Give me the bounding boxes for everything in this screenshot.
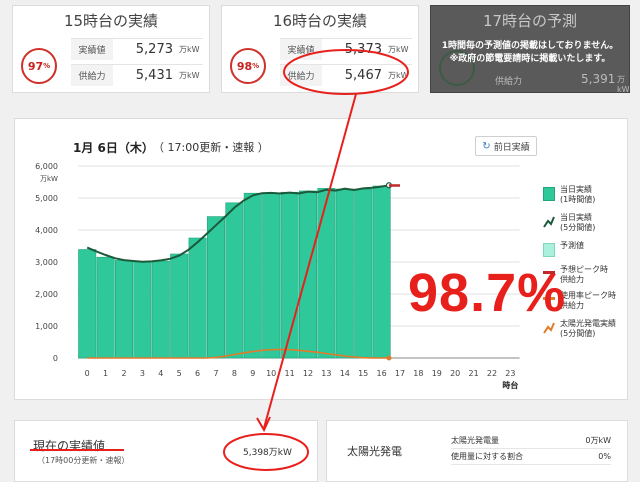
solar-ratio-value: 0% (598, 452, 611, 461)
legend-label: 当日実績 (1時間値) (560, 185, 596, 204)
solar-generation-value: 0万kW (585, 436, 611, 445)
forecast-notice-line1: 1時間毎の予測値の掲載はしておりません。 (441, 41, 619, 51)
current-value: 5,398万kW (243, 448, 292, 458)
solar-title: 太陽光発電 (347, 445, 402, 458)
current-value-updated: （17時00分更新・速報） (37, 456, 130, 465)
usage-percent-16h: 98 (236, 59, 253, 73)
unit-label: 万kW (388, 71, 409, 80)
percent-unit: % (252, 62, 260, 70)
solar-card: 太陽光発電 太陽光発電量 0万kW 使用量に対する割合 0% (326, 420, 628, 482)
card-16h: 16時台の実績 98% 実績値 5,373 万kW 供給力 5,467 万kW (221, 5, 419, 93)
supply-label: 供給力 (280, 65, 322, 86)
supply-value-17h: 5,391 (581, 72, 616, 86)
unit-label: 万kW (617, 75, 630, 94)
legend-label: 予測値 (560, 241, 584, 250)
usage-percent-badge-16h: 98% (230, 48, 266, 84)
card-15h-title: 15時台の実績 (63, 12, 159, 30)
card-15h: 15時台の実績 97% 実績値 5,273 万kW 供給力 5,431 万kW (12, 5, 210, 93)
supply-value-15h: 5,431 (135, 68, 173, 83)
legend-item-hourly[interactable]: 当日実績 (1時間値) (543, 185, 623, 207)
card-17h-forecast: 17時台の予測 1時間毎の予測値の掲載はしておりません。 ※政府の節電要請時に掲… (430, 5, 630, 94)
supply-label: 供給力 (495, 77, 523, 87)
demand-chart-card: 1月 6日（木） （ 17:00更新・速報 ） ↻ 前日実績 当日実績 (1時間… (14, 118, 628, 400)
usage-percent-15h: 97 (27, 59, 44, 73)
actual-row-16h: 実績値 5,373 万kW (280, 38, 412, 60)
current-value-card: 現在の実績値 （17時00分更新・速報） 5,398万kW (14, 420, 318, 482)
actual-label: 実績値 (280, 39, 322, 60)
previous-day-button[interactable]: ↻ 前日実績 (475, 136, 537, 156)
legend-label: 当日実績 (5分間値) (560, 213, 596, 232)
legend-item-forecast[interactable]: 予測値 (543, 241, 623, 263)
legend-item-5min[interactable]: 当日実績 (5分間値) (543, 213, 623, 235)
actual-value-16h: 5,373 (344, 42, 382, 57)
unit-label: 万kW (179, 71, 200, 80)
solar-generation-label: 太陽光発電量 (451, 436, 499, 445)
card-17h-title: 17時台の予測 (482, 12, 578, 30)
supply-label: 供給力 (71, 65, 113, 86)
refresh-icon: ↻ (482, 140, 491, 152)
solar-ratio-row: 使用量に対する割合 0% (451, 451, 611, 465)
chart-date: 1月 6日（木） (73, 141, 154, 155)
legend-swatch-line (543, 216, 555, 228)
unit-label: 万kW (179, 45, 200, 54)
actual-label: 実績値 (71, 39, 113, 60)
legend-label: 予想ピーク時 供給力 (560, 265, 608, 284)
forecast-notice: 1時間毎の予測値の掲載はしておりません。 ※政府の節電要請時に掲載いたします。 (431, 40, 629, 66)
chart-update-status: （ 17:00更新・速報 ） (153, 141, 269, 154)
supply-value-16h: 5,467 (344, 68, 382, 83)
legend-label: 使用率ピーク時 供給力 (560, 291, 616, 310)
unit-label: 万kW (388, 45, 409, 54)
current-value-title: 現在の実績値 (33, 439, 106, 453)
legend-label: 太陽光発電実績 (5分間値) (560, 319, 616, 338)
solar-generation-row: 太陽光発電量 0万kW (451, 435, 611, 449)
actual-row-15h: 実績値 5,273 万kW (71, 38, 203, 60)
supply-row-15h: 供給力 5,431 万kW (71, 64, 203, 86)
actual-value-15h: 5,273 (135, 42, 173, 57)
solar-ratio-label: 使用量に対する割合 (451, 452, 523, 461)
supply-row-16h: 供給力 5,467 万kW (280, 64, 412, 86)
usage-percent-badge-15h: 97% (21, 48, 57, 84)
percent-unit: % (43, 62, 51, 70)
previous-day-label: 前日実績 (493, 142, 530, 153)
card-16h-title: 16時台の実績 (272, 12, 368, 30)
legend-swatch-bar (543, 187, 555, 201)
forecast-notice-line2: ※政府の節電要請時に掲載いたします。 (449, 54, 611, 64)
legend-swatch-forecast (543, 243, 555, 257)
usage-percent-annotation: 98.7% (408, 263, 567, 323)
